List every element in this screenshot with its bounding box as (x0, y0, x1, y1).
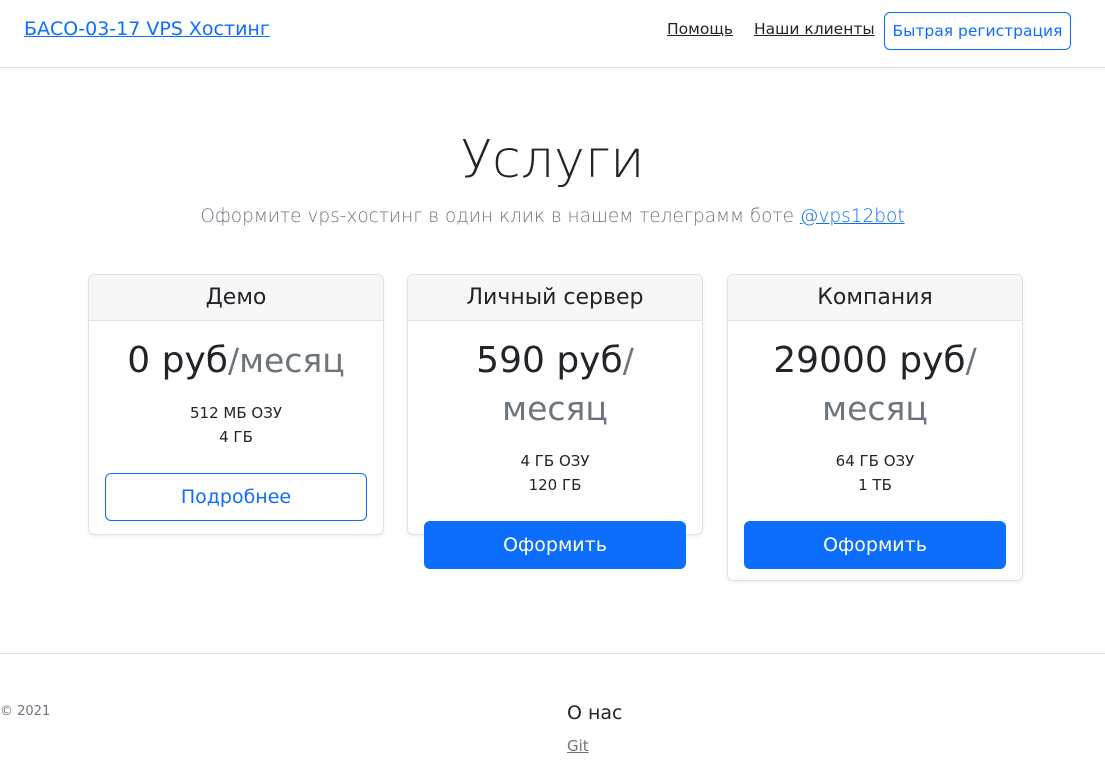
plan-body: 0 руб/месяц 512 МБ ОЗУ 4 ГБ Подробнее (89, 321, 383, 521)
plan-ram: 512 МБ ОЗУ (190, 404, 282, 422)
plan-disk: 1 ТБ (858, 476, 892, 494)
plan-disk: 4 ГБ (219, 428, 253, 446)
details-button[interactable]: Подробнее (105, 473, 367, 521)
git-link[interactable]: Git (567, 737, 589, 755)
subtitle-text: Оформите vps-хостинг в один клик в нашем… (200, 206, 800, 227)
nav-link-help[interactable]: Помощь (667, 20, 733, 38)
plan-ram: 64 ГБ ОЗУ (835, 452, 915, 470)
plan-body: 590 руб/месяц 4 ГБ ОЗУ 120 ГБ Оформить (408, 321, 702, 569)
nav-link-clients[interactable]: Наши клиенты (754, 20, 875, 38)
order-button[interactable]: Оформить (744, 521, 1006, 569)
copyright: © 2021 (0, 704, 51, 719)
plan-features: 4 ГБ ОЗУ 120 ГБ (424, 449, 686, 497)
plan-body: 29000 руб/месяц 64 ГБ ОЗУ 1 ТБ Оформить (728, 321, 1022, 569)
price-period: /месяц (227, 341, 345, 380)
plan-price: 29000 руб/месяц (744, 337, 1006, 433)
plan-name: Компания (728, 275, 1022, 321)
plan-card-demo: Демо 0 руб/месяц 512 МБ ОЗУ 4 ГБ Подробн… (88, 274, 384, 535)
telegram-bot-link[interactable]: @vps12bot (800, 206, 905, 227)
navbar: БАСО-03-17 VPS Хостинг Помощь Наши клиен… (0, 0, 1105, 68)
plan-disk: 120 ГБ (528, 476, 582, 494)
plan-price: 0 руб/месяц (105, 337, 367, 385)
price-value: 29000 руб (773, 340, 966, 381)
order-button[interactable]: Оформить (424, 521, 686, 569)
register-button[interactable]: Бытрая регистрация (884, 12, 1071, 50)
plan-card-company: Компания 29000 руб/месяц 64 ГБ ОЗУ 1 ТБ … (727, 274, 1023, 581)
page-subtitle: Оформите vps-хостинг в один клик в нашем… (0, 206, 1105, 227)
page-title: Услуги (460, 130, 645, 190)
footer-about-title: О нас (567, 702, 623, 724)
plan-price: 590 руб/месяц (424, 337, 686, 433)
footer-divider (0, 653, 1105, 654)
plan-name: Личный сервер (408, 275, 702, 321)
plan-ram: 4 ГБ ОЗУ (520, 452, 590, 470)
brand-link[interactable]: БАСО-03-17 VPS Хостинг (24, 18, 270, 40)
plan-name: Демо (89, 275, 383, 321)
plan-features: 64 ГБ ОЗУ 1 ТБ (744, 449, 1006, 497)
plan-features: 512 МБ ОЗУ 4 ГБ (105, 401, 367, 449)
price-value: 0 руб (127, 340, 228, 381)
price-value: 590 руб (476, 340, 623, 381)
plan-card-personal: Личный сервер 590 руб/месяц 4 ГБ ОЗУ 120… (407, 274, 703, 569)
